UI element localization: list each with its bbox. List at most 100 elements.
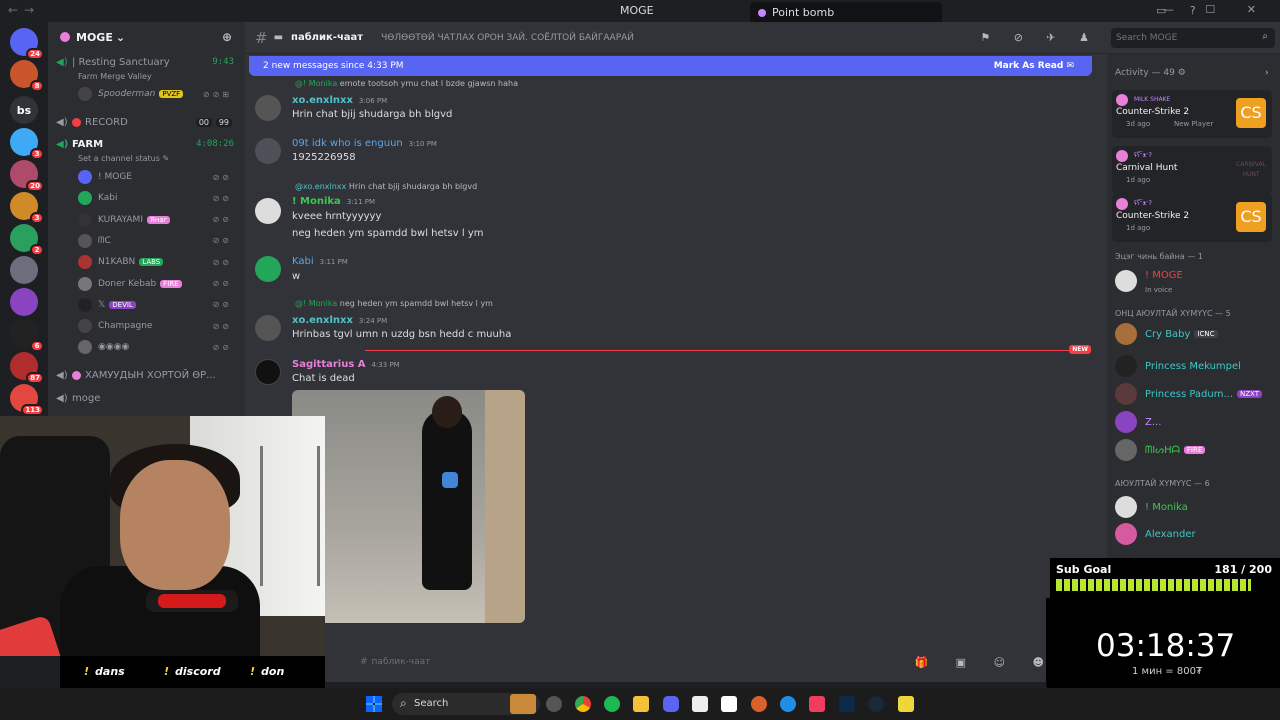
member-row[interactable]: Cry Baby ICNC [1115,322,1275,346]
discord-avatar-icon[interactable] [255,256,281,282]
command-don: don [250,665,284,678]
app-icon[interactable] [898,696,914,712]
member-row[interactable]: Princess Mekumpel [1115,354,1275,378]
voice-member[interactable]: N1KABN LABS ⊘⊘ [78,252,238,272]
chrome-icon[interactable] [575,696,591,712]
gif-bag [442,472,458,488]
voice-channel-moge[interactable]: ◀) moge [56,388,240,408]
message-time: 3:24 PM [358,317,388,325]
member-name: Princess Padum... [1145,388,1234,400]
server-header[interactable]: MOGE ⌄ ⊕ [48,22,245,52]
avatar[interactable] [255,95,281,121]
user-limit: 99 [215,117,232,127]
window-controls-icon[interactable]: — ☐ ✕ [1163,3,1270,16]
reply-preview[interactable]: @xo.enxlnxx Hrin chat bjij shudarga bh b… [295,182,477,191]
avatar [1116,198,1128,210]
avatar[interactable] [255,315,281,341]
voice-channel-farm[interactable]: ◀) FARM 4:08:26 [56,134,240,154]
member-row[interactable]: Princess Padum... NZXT [1115,382,1275,406]
set-channel-status[interactable]: Set a channel status ✎ [78,154,169,163]
voice-member[interactable]: Spooderman PVZF ⊘⊘⊞ [78,84,238,104]
reply-preview[interactable]: @! Monika neg heden ym spamdd bwl hetsv … [295,299,493,308]
new-messages-bar[interactable]: 2 new messages since 4:33 PM Mark As Rea… [249,56,1092,76]
server-icon[interactable]: 8 [10,60,44,92]
gif-attachment[interactable] [292,390,525,623]
message-input[interactable]: # паблик-чаат 🎁 ▣ ☺ ☻ [330,648,1100,676]
discord-avatar-icon[interactable] [255,138,281,164]
avatar[interactable] [255,198,281,224]
voice-member[interactable]: Kabi ⊘⊘ [78,188,238,208]
server-icon[interactable]: 87 [10,352,44,384]
music-icon[interactable] [809,696,825,712]
message-author[interactable]: 09t idk who is enguun 3:10 PM [292,138,437,149]
voice-member[interactable]: ◉◉◉◉ ⊘⊘ [78,337,238,357]
server-icon[interactable]: 6 [10,320,44,352]
pencil-icon: ✎ [162,154,170,163]
message-time: 3:10 PM [408,140,437,148]
member-name: ! Monika [1145,501,1188,513]
server-icon[interactable]: bs [10,96,38,124]
server-icon[interactable] [10,256,38,284]
server-icon[interactable]: 24 [10,28,44,60]
channel-name: паблик-чаат [291,32,364,43]
server-icon[interactable]: 20 [10,160,44,192]
voice-channel-hamuudyn[interactable]: ◀) ХАМУУДЫН ХОРТОЙ ӨР... [56,365,240,385]
discord-icon[interactable] [663,696,679,712]
widget-icon[interactable] [510,694,536,714]
server-icon[interactable]: 3 [10,128,44,160]
avatar [1115,355,1137,377]
message-author[interactable]: xo.enxlnxx 3:06 PM [292,95,387,106]
member-row[interactable]: ᗰIᔕHᗩ FIRE [1115,438,1275,462]
message-author[interactable]: ! Monika 3:11 PM [292,196,375,207]
activity-header[interactable]: Activity — 49 ⚙ › [1115,68,1269,78]
capcut-icon[interactable] [692,696,708,712]
member-row[interactable]: Z... [1115,410,1275,434]
spotify-icon[interactable] [604,696,620,712]
member-row[interactable]: ! Monika [1115,495,1275,519]
photoshop-icon[interactable] [839,696,855,712]
voice-member[interactable]: ᗰᑕ ⊘⊘ [78,231,238,251]
voice-timer: 9:43 [212,57,234,67]
voice-member[interactable]: 𝕏 DEVIL ⊘⊘ [78,295,238,315]
activity-card[interactable]: ʢʕ͡ᵔᴥᵔʔ Carnival Hunt 1d ago CARNIVAL HUNT [1112,146,1272,194]
activity-who: ʢʕ͡ᵔᴥᵔʔ [1134,200,1152,207]
header-actions-icon[interactable]: ⚑ ⊘ ✈ ♟ [980,31,1099,44]
member-row[interactable]: Alexander [1115,522,1275,546]
file-explorer-icon[interactable] [633,696,649,712]
activity-card[interactable]: MILK SHAKE Counter-Strike 2 3d ago New Play… [1112,90,1272,138]
voice-channel-record[interactable]: ◀) RECORD 00 99 [56,112,240,132]
channel-topic[interactable]: ЧӨЛӨӨТӨЙ ЧАТЛАХ ОРОН ЗАЙ. СОЁЛТОЙ БАЙГАА… [381,33,634,43]
cam-mic-light [158,594,226,608]
avatar[interactable] [255,359,281,385]
message-author[interactable]: xo.enxlnxx 3:24 PM [292,315,387,326]
member-name: KURAYAMI [98,214,143,225]
notion-icon[interactable] [721,696,737,712]
message-author[interactable]: Sagittarius A 4:33 PM [292,359,400,370]
input-actions-icon[interactable]: 🎁 ▣ ☺ ☻ [914,656,1056,669]
server-icon[interactable]: 3 [10,192,44,224]
user-count: 00 [195,117,212,127]
reply-preview[interactable]: @! Monika emote tootsoh ymu chat l bzde … [295,79,518,88]
voice-member[interactable]: Doner Kebab FIRE ⊘⊘ [78,274,238,294]
app-icon[interactable] [546,696,562,712]
add-member-icon[interactable]: ⊕ [222,30,232,44]
nav-arrows-icon[interactable]: ←→ [8,3,40,17]
member-name: ᗰIᔕHᗩ [1145,444,1180,456]
edge-icon[interactable] [780,696,796,712]
member-row[interactable]: ! MOGE In voice [1115,270,1275,294]
server-icon[interactable] [10,288,38,316]
voice-member[interactable]: Champagne ⊘⊘ [78,316,238,336]
search-input[interactable] [1111,28,1275,48]
voice-channel-resting[interactable]: ◀) | Resting Sanctuary 9:43 [56,52,240,72]
windows-start-icon[interactable] [366,696,382,712]
server-icon[interactable]: 2 [10,224,44,256]
voice-member[interactable]: ! MOGE ⊘⊘ [78,167,238,187]
activity-card[interactable]: ʢʕ͡ᵔᴥᵔʔ Counter-Strike 2 1d ago CS [1112,194,1272,242]
voice-member[interactable]: KURAYAMI Янаг ⊘⊘ [78,210,238,230]
mark-as-read-button[interactable]: Mark As Read ✉ [994,61,1074,71]
server-label: bs [16,103,32,117]
server-icon[interactable]: 113 [10,384,44,416]
steam-icon[interactable] [868,696,884,712]
message-author[interactable]: Kabi 3:11 PM [292,256,348,267]
app-icon[interactable] [751,696,767,712]
